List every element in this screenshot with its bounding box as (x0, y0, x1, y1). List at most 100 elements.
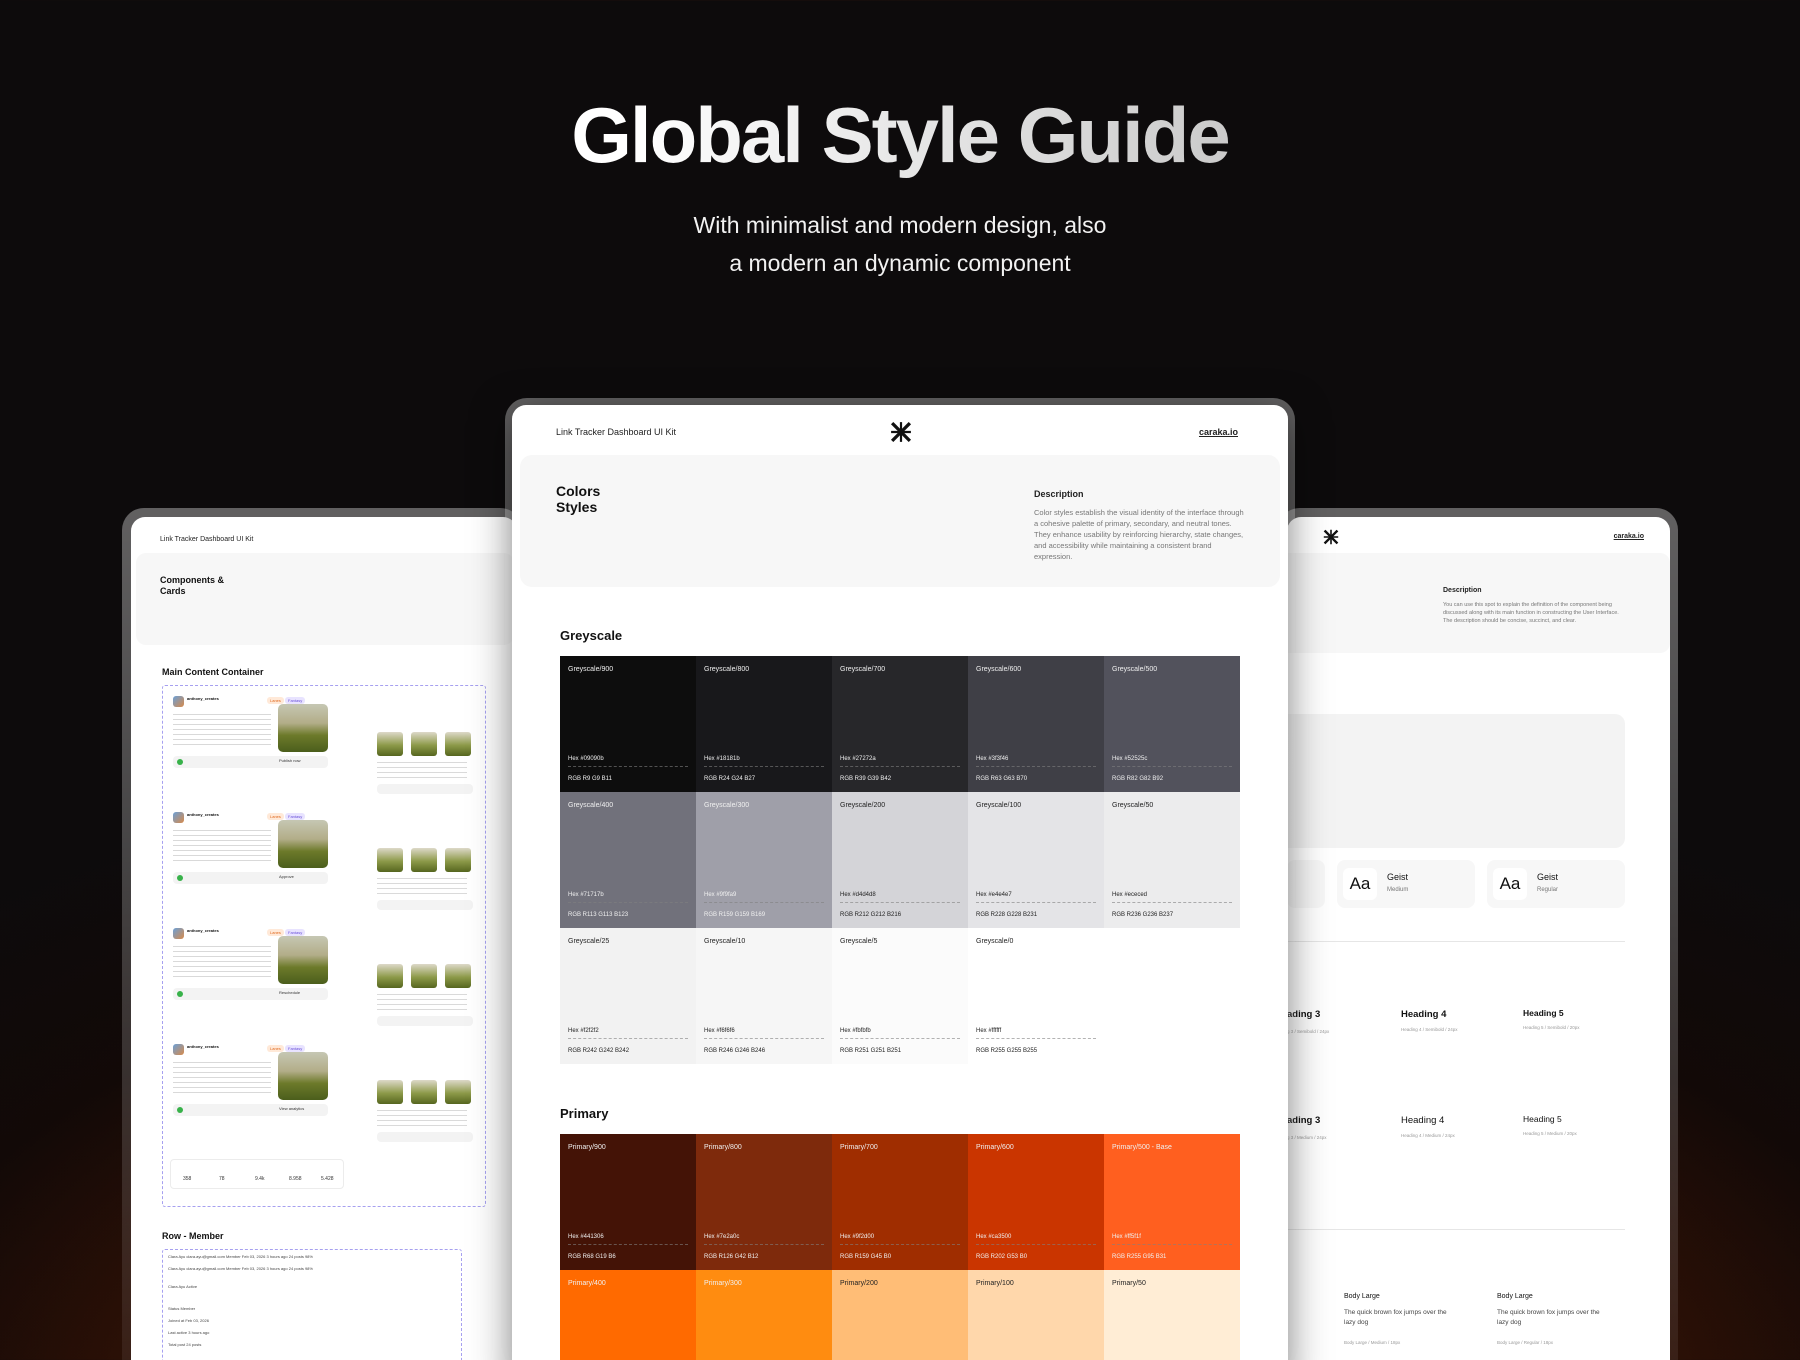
site-link[interactable]: caraka.io (1614, 533, 1644, 540)
color-swatch[interactable]: Greyscale/100 Hex #e4e4e7 RGB R228 G228 B2… (968, 792, 1104, 928)
card-header: Link Tracker Dashboard UI Kit caraka.io (512, 405, 1288, 451)
thumbnail (377, 732, 403, 756)
thumbnail (445, 848, 471, 872)
thumbnail (377, 848, 403, 872)
swatch-name: Greyscale/400 (568, 802, 614, 809)
approve-button[interactable]: Approve (279, 874, 294, 879)
swatch-name: Greyscale/50 (1112, 802, 1154, 809)
post-side-card (377, 1042, 473, 1192)
post-image (278, 936, 328, 984)
color-swatch[interactable]: Greyscale/200 Hex #d4d4d8 RGB R212 G212 B2… (832, 792, 968, 928)
thumbnail (377, 1080, 403, 1104)
color-swatch[interactable]: Primary/300 (696, 1270, 832, 1360)
typography-preview: caraka.io Description You can use this s… (1287, 517, 1670, 1360)
color-swatch[interactable]: Greyscale/0 Hex #ffffff RGB R255 G255 B255 (968, 928, 1104, 1064)
member-row[interactable]: Clara Ayu Active (168, 1284, 468, 1294)
member-detail-row: Total post 24 posts (168, 1342, 202, 1347)
color-swatch[interactable]: Greyscale/10 Hex #f6f6f6 RGB R246 G246 B24… (696, 928, 832, 1064)
greyscale-title: Greyscale (560, 628, 623, 643)
color-swatch[interactable]: Primary/600 Hex #ca3500 RGB R202 G53 B0 (968, 1134, 1104, 1270)
preview-panel (1287, 714, 1625, 848)
heading-sample: Heading 5 (1523, 1114, 1562, 1124)
swatch-hex: Hex #27272a (840, 756, 960, 767)
swatch-rgb: RGB R202 G53 B0 (976, 1254, 1028, 1260)
description-heading: Description (1034, 489, 1084, 499)
site-link[interactable]: caraka.io (1199, 427, 1238, 437)
swatch-name: Primary/900 (568, 1144, 606, 1151)
font-card: Aa Geist Regular (1487, 860, 1625, 908)
tag-badge: Lanes (267, 697, 284, 704)
tag-badge: Lanes (267, 929, 284, 936)
color-swatch[interactable]: Primary/500 - Base Hex #ff5f1f RGB R255 G9… (1104, 1134, 1240, 1270)
row-member-title: Row - Member (162, 1231, 224, 1241)
heading-sample: Heading 4 (1401, 1009, 1447, 1020)
thumbnail (411, 732, 437, 756)
stat-value: 8.958 (289, 1176, 302, 1182)
swatch-name: Greyscale/5 (840, 938, 878, 945)
avatar (173, 696, 184, 707)
color-swatch[interactable]: Primary/800 Hex #7e2a0c RGB R126 G42 B12 (696, 1134, 832, 1270)
swatch-name: Primary/50 (1112, 1280, 1146, 1287)
color-swatch[interactable]: Primary/50 (1104, 1270, 1240, 1360)
font-sample: Aa (1343, 868, 1377, 900)
color-swatch[interactable]: Greyscale/25 Hex #f2f2f2 RGB R242 G242 B24… (560, 928, 696, 1064)
swatch-hex: Hex #f6f6f6 (704, 1028, 824, 1039)
color-swatch[interactable]: Greyscale/50 Hex #ececed RGB R236 G236 B23… (1104, 792, 1240, 928)
heading-spec: Heading 5 / Semibold / 20px (1523, 1025, 1580, 1030)
main-content-container: anthony_creates Lanes Fantasy Publish no… (162, 685, 486, 1207)
heading-sample: Heading 5 (1523, 1008, 1564, 1018)
publish-now-button[interactable]: Publish now (279, 758, 301, 763)
member-detail-row: Joined at Feb 03, 2026 (168, 1318, 209, 1323)
color-swatch[interactable]: Primary/100 (968, 1270, 1104, 1360)
color-swatch[interactable]: Primary/200 (832, 1270, 968, 1360)
swatch-name: Greyscale/25 (568, 938, 610, 945)
description-heading: Description (1443, 587, 1482, 594)
member-row[interactable]: Clara Ayu clara.ayu@gmail.com Member Feb… (168, 1254, 468, 1264)
swatch-name: Greyscale/0 (976, 938, 1014, 945)
swatch-rgb: RGB R255 G95 B31 (1112, 1254, 1167, 1260)
section-title: Components & Cards (160, 575, 224, 596)
brand-logo-icon (1323, 529, 1339, 545)
body-spec: Body Large / Regular / 18px (1497, 1340, 1554, 1345)
post-text (173, 714, 271, 748)
swatch-hex: Hex #e4e4e7 (976, 892, 1096, 903)
post-image (278, 820, 328, 868)
color-swatch[interactable]: Greyscale/5 Hex #fbfbfb RGB R251 G251 B251 (832, 928, 968, 1064)
swatch-rgb: RGB R39 G39 B42 (840, 776, 892, 782)
swatch-rgb: RGB R159 G45 B0 (840, 1254, 892, 1260)
post-image (278, 1052, 328, 1100)
view-analytics-button[interactable]: View analytics (279, 1106, 304, 1111)
color-swatch[interactable]: Greyscale/500 Hex #52525c RGB R82 G82 B92 (1104, 656, 1240, 792)
heading-spec: Heading 5 / Medium / 20px (1523, 1131, 1577, 1136)
font-weight: Regular (1537, 887, 1559, 893)
reschedule-button[interactable]: Reschedule (279, 990, 300, 995)
stats-row: 358 78 9.4k 8.958 5.428 (170, 1159, 344, 1189)
swatch-hex: Hex #7e2a0c (704, 1234, 824, 1245)
stat-value: 9.4k (255, 1176, 265, 1182)
color-swatch[interactable]: Greyscale/800 Hex #18181b RGB R24 G24 B27 (696, 656, 832, 792)
status-dot (177, 1107, 183, 1113)
color-swatch[interactable]: Primary/400 (560, 1270, 696, 1360)
body-sample: The quick brown fox jumps over the lazy … (1344, 1309, 1447, 1326)
swatch-name: Greyscale/200 (840, 802, 886, 809)
post-username: anthony_creates (187, 696, 219, 701)
color-swatch[interactable]: Greyscale/300 Hex #9f9fa9 RGB R159 G159 B1… (696, 792, 832, 928)
stat-value: 78 (219, 1176, 225, 1182)
font-weight: Medium (1387, 887, 1409, 893)
swatch-name: Greyscale/700 (840, 666, 886, 673)
tag-badge: Fantasy (285, 813, 306, 820)
color-swatch[interactable]: Greyscale/600 Hex #3f3f46 RGB R63 G63 B70 (968, 656, 1104, 792)
swatch-rgb: RGB R159 G159 B169 (704, 912, 766, 918)
color-swatch[interactable]: Primary/700 Hex #9f2d00 RGB R159 G45 B0 (832, 1134, 968, 1270)
color-swatch[interactable]: Greyscale/400 Hex #71717b RGB R113 G113 B1… (560, 792, 696, 928)
hero-title: Global Style Guide (0, 90, 1800, 181)
color-swatch[interactable]: Greyscale/700 Hex #27272a RGB R39 G39 B42 (832, 656, 968, 792)
swatch-hex: Hex #ca3500 (976, 1234, 1096, 1245)
member-row[interactable]: Clara Ayu clara.ayu@gmail.com Member Feb… (168, 1266, 468, 1276)
color-swatch[interactable]: Primary/900 Hex #441306 RGB R68 G19 B6 (560, 1134, 696, 1270)
tag-badge: Fantasy (285, 929, 306, 936)
swatch-rgb: RGB R24 G24 B27 (704, 776, 756, 782)
avatar (173, 1044, 184, 1055)
color-swatch[interactable]: Greyscale/900 Hex #09090b RGB R9 G9 B11 (560, 656, 696, 792)
kit-label: Link Tracker Dashboard UI Kit (160, 536, 254, 543)
